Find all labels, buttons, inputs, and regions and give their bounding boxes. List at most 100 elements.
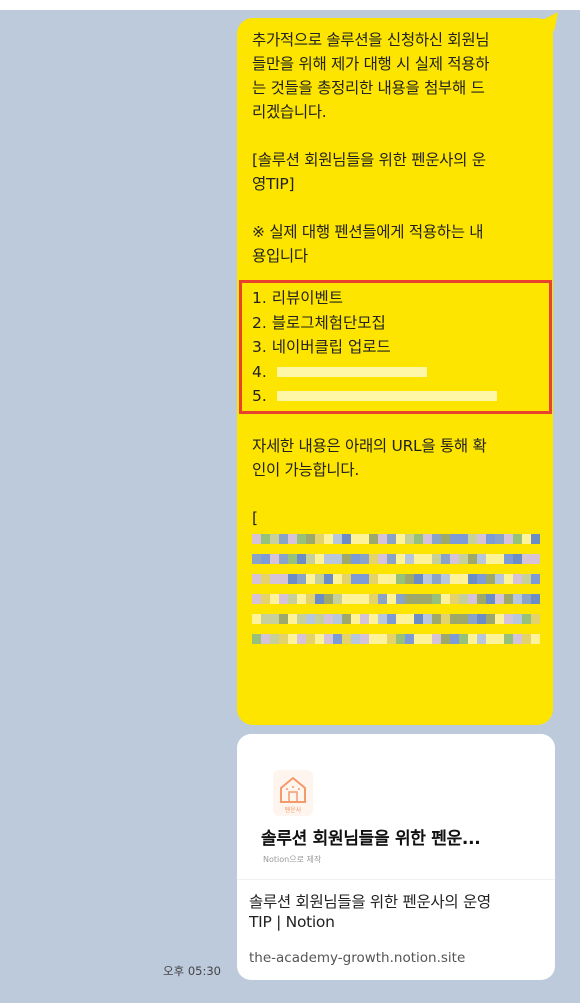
mosaic-row: [252, 593, 541, 604]
mosaic-cell: [486, 573, 495, 584]
mosaic-cell: [513, 533, 522, 544]
mosaic-cell: [495, 553, 504, 564]
mosaic-cell: [252, 613, 261, 624]
mosaic-cell: [333, 553, 342, 564]
mosaic-cell: [297, 593, 306, 604]
mosaic-cell: [396, 613, 405, 624]
mosaic-cell: [324, 573, 333, 584]
mosaic-cell: [468, 533, 477, 544]
highlighted-tip-list: 1. 리뷰이벤트 2. 블로그체험단모집 3. 네이버클립 업로드 4. 5.: [239, 280, 552, 414]
tip-item-label: 1. 리뷰이벤트: [252, 289, 344, 307]
mosaic-cell: [531, 573, 540, 584]
mosaic-cell: [252, 533, 261, 544]
mosaic-cell: [351, 573, 360, 584]
link-preview-card[interactable]: 펜운사 솔루션 회원님들을 위한 펜운... Notion으로 제작 솔루션 회…: [237, 734, 555, 980]
mosaic-cell: [423, 593, 432, 604]
mosaic-cell: [378, 553, 387, 564]
tip-title-text: [솔루션 회원님들을 위한 펜운사의 운 영TIP]: [252, 151, 486, 193]
message-bubble[interactable]: 추가적으로 솔루션을 신청하신 회원님 들만을 위해 제가 대행 시 실제 적용…: [237, 18, 553, 725]
tip-item-1: 1. 리뷰이벤트: [252, 286, 539, 311]
mosaic-cell: [477, 533, 486, 544]
mosaic-cell: [324, 553, 333, 564]
mosaic-cell: [495, 573, 504, 584]
url-bracket: [: [252, 508, 258, 527]
mosaic-cell: [288, 553, 297, 564]
card-title: 솔루션 회원님들을 위한 펜운...: [261, 829, 481, 849]
logo-caption: 펜운사: [285, 806, 302, 814]
mosaic-row: [252, 553, 541, 564]
mosaic-cell: [441, 573, 450, 584]
mosaic-cell: [333, 613, 342, 624]
mosaic-row: [252, 633, 541, 644]
mosaic-cell: [324, 533, 333, 544]
mosaic-cell: [288, 573, 297, 584]
tip-item-2: 2. 블로그체험단모집: [252, 311, 539, 336]
mosaic-cell: [513, 573, 522, 584]
mosaic-cell: [432, 633, 441, 644]
mosaic-cell: [396, 593, 405, 604]
card-url[interactable]: the-academy-growth.notion.site: [249, 950, 465, 966]
mosaic-cell: [342, 533, 351, 544]
mosaic-cell: [504, 533, 513, 544]
card-description: 솔루션 회원님들을 위한 펜운사의 운영 TIP | Notion: [249, 893, 491, 931]
mosaic-cell: [396, 573, 405, 584]
mosaic-cell: [351, 533, 360, 544]
mosaic-cell: [522, 533, 531, 544]
mosaic-cell: [504, 613, 513, 624]
mosaic-cell: [450, 613, 459, 624]
mosaic-cell: [495, 633, 504, 644]
mosaic-cell: [315, 573, 324, 584]
mosaic-cell: [387, 633, 396, 644]
mosaic-cell: [486, 593, 495, 604]
mosaic-cell: [414, 533, 423, 544]
mosaic-cell: [360, 593, 369, 604]
mosaic-cell: [351, 593, 360, 604]
mosaic-cell: [405, 553, 414, 564]
mosaic-cell: [450, 633, 459, 644]
mosaic-cell: [531, 593, 540, 604]
mosaic-cell: [369, 573, 378, 584]
mosaic-cell: [270, 633, 279, 644]
mosaic-cell: [432, 613, 441, 624]
mosaic-cell: [360, 633, 369, 644]
mosaic-cell: [432, 553, 441, 564]
mosaic-row: [252, 533, 541, 544]
mosaic-cell: [414, 553, 423, 564]
mosaic-cell: [477, 613, 486, 624]
mosaic-cell: [378, 533, 387, 544]
house-logo-icon: 펜운사: [273, 770, 313, 816]
mosaic-row: [252, 573, 541, 584]
mosaic-cell: [441, 593, 450, 604]
mosaic-cell: [423, 573, 432, 584]
mosaic-cell: [324, 593, 333, 604]
mosaic-cell: [396, 633, 405, 644]
mosaic-cell: [297, 553, 306, 564]
mosaic-cell: [360, 613, 369, 624]
mosaic-cell: [279, 633, 288, 644]
mosaic-cell: [270, 593, 279, 604]
mosaic-cell: [306, 593, 315, 604]
mosaic-cell: [369, 613, 378, 624]
mosaic-cell: [441, 533, 450, 544]
mosaic-cell: [333, 533, 342, 544]
url-intro-text: 자세한 내용은 아래의 URL을 통해 확 인이 가능합니다.: [252, 436, 487, 479]
mosaic-cell: [387, 533, 396, 544]
mosaic-cell: [261, 593, 270, 604]
mosaic-cell: [486, 533, 495, 544]
mosaic-cell: [315, 553, 324, 564]
mosaic-cell: [369, 633, 378, 644]
mosaic-cell: [297, 533, 306, 544]
mosaic-cell: [414, 613, 423, 624]
mosaic-cell: [261, 633, 270, 644]
redacted-url-mosaic: [252, 533, 541, 644]
mosaic-cell: [450, 573, 459, 584]
mosaic-cell: [342, 573, 351, 584]
mosaic-cell: [522, 593, 531, 604]
mosaic-cell: [405, 593, 414, 604]
card-made-with: Notion으로 제작: [263, 855, 322, 864]
mosaic-cell: [477, 553, 486, 564]
mosaic-cell: [441, 613, 450, 624]
mosaic-cell: [486, 633, 495, 644]
